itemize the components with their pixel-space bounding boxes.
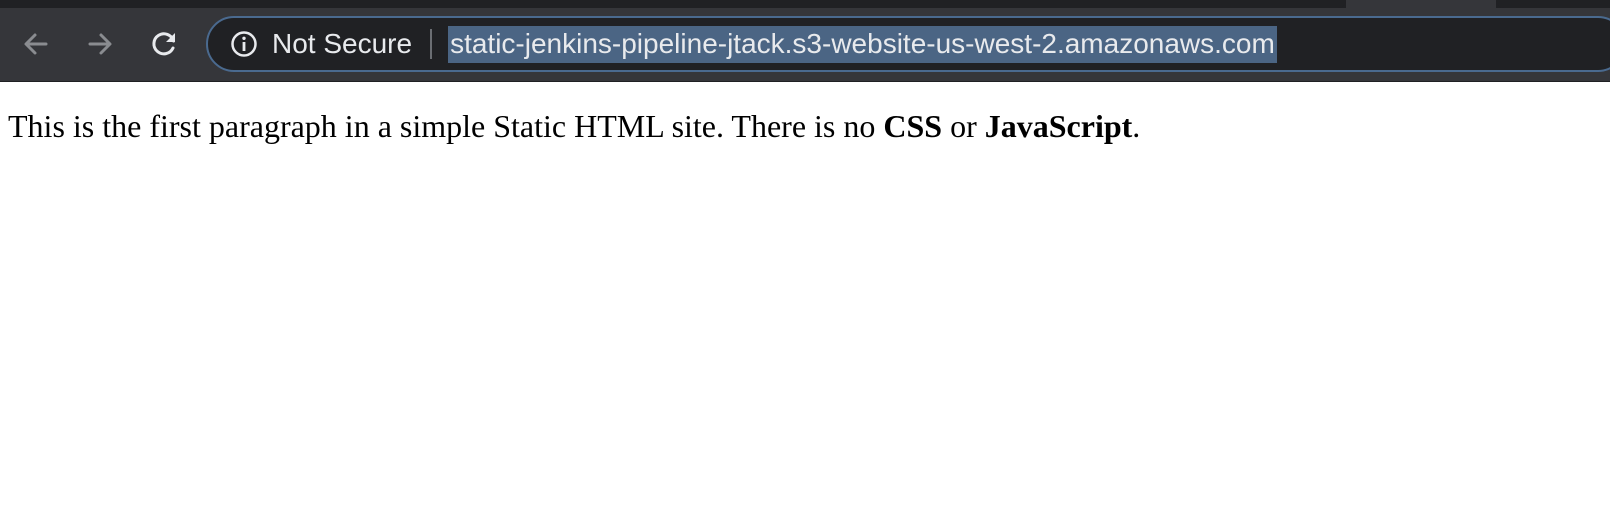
tab-edge-middle [1346, 0, 1496, 8]
address-bar[interactable]: Not Secure static-jenkins-pipeline-jtack… [206, 16, 1610, 72]
paragraph-text-middle: or [942, 108, 985, 144]
tab-strip [0, 0, 1610, 8]
forward-button[interactable] [80, 24, 120, 64]
info-icon[interactable] [230, 30, 258, 58]
security-label[interactable]: Not Secure [272, 28, 412, 60]
browser-toolbar: Not Secure static-jenkins-pipeline-jtack… [0, 0, 1610, 82]
page-content: This is the first paragraph in a simple … [0, 82, 1610, 518]
paragraph-text-start: This is the first paragraph in a simple … [8, 108, 884, 144]
tab-edge-right [1496, 0, 1610, 8]
tab-edge-left [1330, 0, 1346, 8]
reload-button[interactable] [144, 24, 184, 64]
omnibox-divider [430, 29, 433, 59]
paragraph-text-end: . [1132, 108, 1141, 144]
css-bold-text: CSS [883, 108, 943, 144]
arrow-right-icon [88, 33, 112, 55]
url-text[interactable]: static-jenkins-pipeline-jtack.s3-website… [448, 25, 1277, 63]
javascript-bold-text: JavaScript [984, 108, 1133, 144]
back-button[interactable] [16, 24, 56, 64]
reload-icon [152, 32, 175, 56]
first-paragraph: This is the first paragraph in a simple … [8, 108, 1140, 145]
arrow-left-icon [24, 33, 48, 55]
